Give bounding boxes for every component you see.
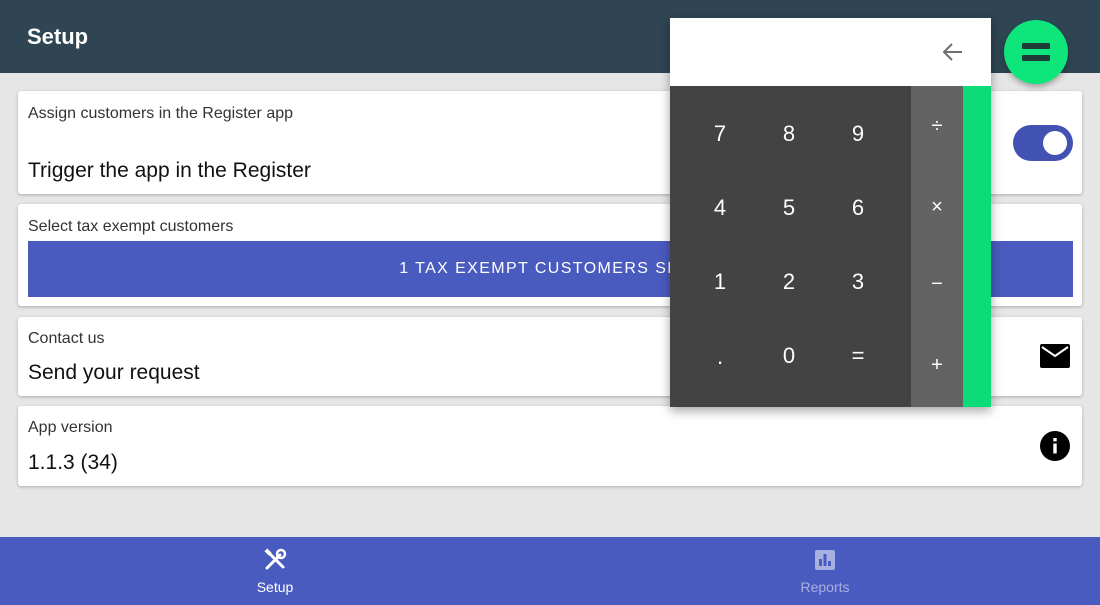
bar-chart-icon [815, 550, 835, 570]
key-8[interactable]: 8 [755, 104, 823, 164]
key-decimal[interactable]: . [686, 327, 754, 387]
key-2[interactable]: 2 [755, 252, 823, 312]
key-4[interactable]: 4 [686, 178, 754, 238]
backspace-icon[interactable] [940, 40, 966, 64]
tools-icon [264, 548, 287, 570]
key-7[interactable]: 7 [686, 104, 754, 164]
app-version-label: App version [28, 419, 113, 436]
op-divide[interactable]: ÷ [911, 96, 963, 156]
equals-icon-bottom-bar [1022, 55, 1050, 61]
assign-customers-label: Assign customers in the Register app [28, 105, 294, 122]
key-6[interactable]: 6 [824, 178, 892, 238]
nav-setup-label: Setup [256, 579, 294, 595]
trigger-app-text: Trigger the app in the Register [28, 159, 311, 182]
tax-exempt-label: Select tax exempt customers [28, 218, 234, 235]
key-3[interactable]: 3 [824, 252, 892, 312]
page-title: Setup [27, 24, 89, 49]
op-multiply[interactable]: × [911, 177, 963, 237]
app-version-card: App version 1.1.3 (34) [18, 406, 1082, 486]
key-equals[interactable]: = [824, 326, 892, 386]
key-9[interactable]: 9 [824, 104, 892, 164]
calculator-display[interactable] [670, 18, 991, 86]
equals-icon-top-bar [1022, 43, 1050, 49]
nav-setup[interactable]: Setup [0, 537, 550, 605]
calculator-keypad: 7 8 9 4 5 6 1 2 3 . 0 = [670, 86, 911, 407]
mail-icon[interactable] [1040, 344, 1070, 368]
key-5[interactable]: 5 [755, 178, 823, 238]
nav-reports[interactable]: Reports [550, 537, 1100, 605]
bottom-navigation: Setup Reports [0, 537, 1100, 605]
calculator-fab[interactable] [1004, 20, 1068, 84]
calculator-operators: ÷ × − + [911, 86, 963, 407]
app-version-value: 1.1.3 (34) [28, 451, 118, 474]
nav-reports-label: Reports [800, 579, 850, 595]
trigger-app-toggle[interactable] [1013, 125, 1073, 161]
info-icon[interactable] [1040, 431, 1070, 461]
send-request-text: Send your request [28, 361, 200, 384]
op-subtract[interactable]: − [911, 254, 963, 314]
calculator-popup: 7 8 9 4 5 6 1 2 3 . 0 = ÷ × − + [670, 18, 991, 407]
toggle-knob [1043, 131, 1067, 155]
key-0[interactable]: 0 [755, 326, 823, 386]
contact-label: Contact us [28, 330, 105, 347]
calculator-advanced-drawer-handle[interactable] [963, 86, 991, 407]
op-add[interactable]: + [911, 335, 963, 395]
key-1[interactable]: 1 [686, 252, 754, 312]
